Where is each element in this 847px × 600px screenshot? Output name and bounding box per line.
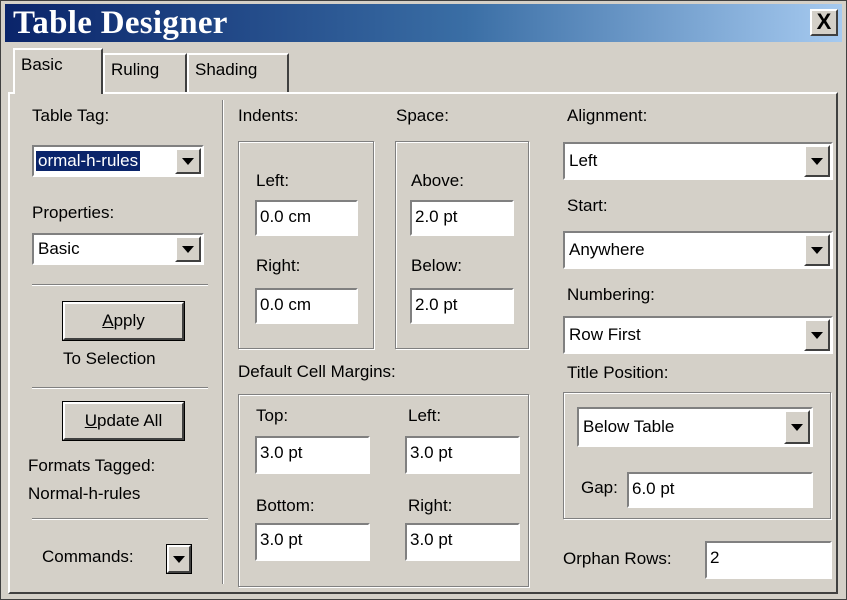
- chevron-down-icon[interactable]: [804, 234, 830, 266]
- numbering-select[interactable]: Row First: [563, 316, 833, 354]
- table-designer-window: Table Designer X Basic Ruling Shading Ta…: [0, 0, 847, 600]
- tab-shading-label: Shading: [195, 60, 258, 79]
- indents-label: Indents:: [238, 106, 299, 125]
- margin-top-label: Top:: [256, 406, 289, 425]
- tab-basic[interactable]: Basic: [13, 48, 103, 94]
- divider: [32, 387, 208, 389]
- apply-mnemonic: A: [102, 311, 114, 330]
- margin-bottom-label: Bottom:: [256, 496, 315, 515]
- title-position-select[interactable]: Below Table: [577, 407, 813, 447]
- indent-left-field[interactable]: 0.0 cm: [255, 200, 358, 236]
- space-above-label: Above:: [411, 171, 464, 190]
- title-bar[interactable]: Table Designer X: [5, 4, 842, 42]
- window-title: Table Designer: [13, 5, 228, 41]
- apply-button[interactable]: Apply: [62, 301, 185, 341]
- indent-left-label: Left:: [256, 171, 290, 190]
- chevron-down-icon[interactable]: [175, 148, 201, 174]
- commands-label: Commands:: [42, 547, 134, 566]
- gap-label: Gap:: [581, 478, 618, 497]
- margin-left-label: Left:: [408, 406, 442, 425]
- space-below-field[interactable]: 2.0 pt: [410, 288, 514, 324]
- gap-field[interactable]: 6.0 pt: [627, 472, 813, 508]
- margin-bottom-field[interactable]: 3.0 pt: [255, 523, 370, 561]
- orphan-rows-label: Orphan Rows:: [563, 549, 672, 568]
- title-position-label: Title Position:: [567, 363, 669, 382]
- chevron-down-icon[interactable]: [804, 319, 830, 351]
- margin-right-field[interactable]: 3.0 pt: [405, 523, 520, 561]
- margin-left-field[interactable]: 3.0 pt: [405, 436, 520, 474]
- tab-ruling[interactable]: Ruling: [103, 53, 187, 93]
- tab-ruling-label: Ruling: [111, 60, 160, 79]
- numbering-value: Row First: [569, 325, 641, 344]
- chevron-down-icon[interactable]: [784, 410, 810, 444]
- apply-label: pply: [113, 311, 145, 330]
- commands-dropdown-button[interactable]: [166, 544, 192, 574]
- tab-shading[interactable]: Shading: [187, 53, 289, 93]
- close-icon: X: [816, 9, 832, 34]
- margin-right-label: Right:: [408, 496, 453, 515]
- divider: [32, 284, 208, 286]
- alignment-select[interactable]: Left: [563, 142, 833, 180]
- properties-value: Basic: [38, 239, 80, 258]
- title-position-value: Below Table: [583, 417, 675, 436]
- alignment-label: Alignment:: [567, 106, 648, 125]
- update-all-label: pdate All: [97, 411, 163, 430]
- vertical-divider: [222, 100, 224, 584]
- formats-tagged-value: Normal-h-rules: [28, 484, 141, 503]
- indent-right-label: Right:: [256, 256, 301, 275]
- chevron-down-icon[interactable]: [804, 145, 830, 177]
- update-all-button[interactable]: Update All: [62, 401, 185, 441]
- table-tag-label: Table Tag:: [32, 106, 110, 125]
- close-button[interactable]: X: [810, 9, 838, 36]
- table-tag-select[interactable]: ormal-h-rules: [32, 145, 204, 177]
- table-tag-value: ormal-h-rules: [36, 151, 141, 171]
- update-mnemonic: U: [84, 411, 98, 430]
- space-below-label: Below:: [411, 256, 463, 275]
- tab-basic-label: Basic: [21, 55, 63, 74]
- properties-select[interactable]: Basic: [32, 233, 204, 265]
- properties-label: Properties:: [32, 203, 115, 222]
- to-selection-label: To Selection: [63, 349, 156, 368]
- divider: [32, 518, 208, 520]
- indent-right-field[interactable]: 0.0 cm: [255, 288, 358, 324]
- start-label: Start:: [567, 196, 608, 215]
- orphan-rows-field[interactable]: 2: [705, 541, 832, 579]
- space-above-field[interactable]: 2.0 pt: [410, 200, 514, 236]
- start-select[interactable]: Anywhere: [563, 231, 833, 269]
- space-label: Space:: [396, 106, 449, 125]
- chevron-down-icon[interactable]: [175, 236, 201, 262]
- margin-top-field[interactable]: 3.0 pt: [255, 436, 370, 474]
- cell-margins-label: Default Cell Margins:: [238, 362, 396, 381]
- start-value: Anywhere: [569, 240, 645, 259]
- formats-tagged-label: Formats Tagged:: [28, 456, 156, 475]
- numbering-label: Numbering:: [567, 285, 655, 304]
- alignment-value: Left: [569, 151, 598, 170]
